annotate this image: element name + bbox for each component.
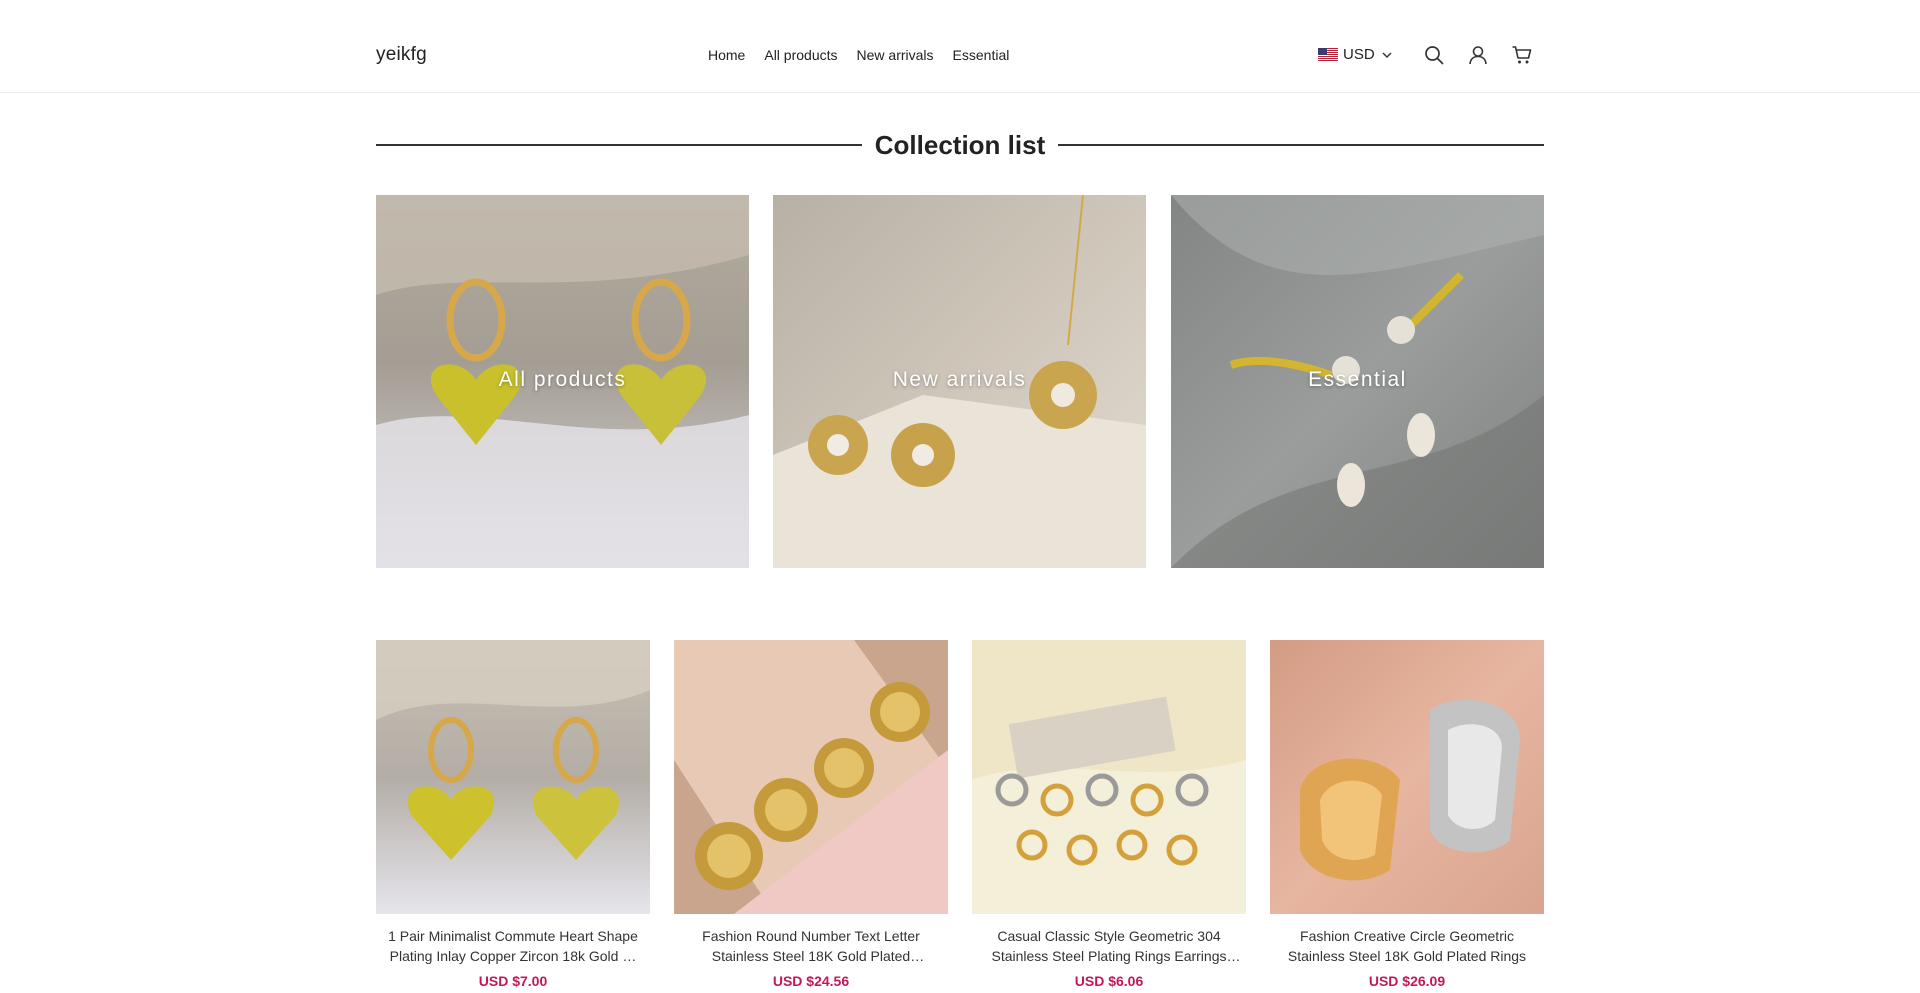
product-image[interactable] — [674, 640, 948, 914]
product-photo-circle-rings — [1270, 640, 1544, 914]
product-price: USD $6.06 — [1074, 973, 1144, 989]
collection-card-essential[interactable]: Essential — [1171, 195, 1544, 568]
product-image[interactable] — [972, 640, 1246, 914]
collection-label: All products — [498, 368, 627, 391]
nav-essential[interactable]: Essential — [953, 47, 1010, 63]
divider — [1058, 144, 1544, 146]
site-logo[interactable]: yeikfg — [376, 44, 427, 66]
product-card[interactable]: 1 Pair Minimalist Commute Heart Shape Pl… — [376, 640, 650, 989]
cart-icon[interactable] — [1511, 44, 1533, 66]
product-title[interactable]: 1 Pair Minimalist Commute Heart Shape Pl… — [376, 926, 650, 966]
account-icon[interactable] — [1467, 44, 1489, 66]
product-title[interactable]: Fashion Round Number Text Letter Stainle… — [674, 926, 948, 966]
product-price: USD $24.56 — [772, 973, 850, 989]
product-card[interactable]: Casual Classic Style Geometric 304 Stain… — [972, 640, 1246, 989]
product-image[interactable] — [1270, 640, 1544, 914]
product-photo-letter-necklaces — [674, 640, 948, 914]
product-card[interactable]: Fashion Round Number Text Letter Stainle… — [674, 640, 948, 989]
collection-card-all-products[interactable]: All products — [376, 195, 749, 568]
product-photo-heart-earrings — [376, 640, 650, 914]
product-title[interactable]: Fashion Creative Circle Geometric Stainl… — [1270, 926, 1544, 966]
search-icon[interactable] — [1423, 44, 1445, 66]
nav-new-arrivals[interactable]: New arrivals — [857, 47, 934, 63]
collection-label: Essential — [1308, 368, 1407, 391]
product-price: USD $26.09 — [1368, 973, 1446, 989]
product-price: USD $7.00 — [478, 973, 548, 989]
collection-label: New arrivals — [892, 368, 1027, 391]
site-header: yeikfg Home All products New arrivals Es… — [0, 0, 1920, 93]
currency-selector[interactable]: USD — [1318, 46, 1393, 63]
product-title[interactable]: Casual Classic Style Geometric 304 Stain… — [972, 926, 1246, 966]
product-image[interactable] — [376, 640, 650, 914]
us-flag-icon — [1318, 48, 1338, 61]
collection-card-new-arrivals[interactable]: New arrivals — [773, 195, 1146, 568]
product-card[interactable]: Fashion Creative Circle Geometric Stainl… — [1270, 640, 1544, 989]
nav-home[interactable]: Home — [708, 47, 745, 63]
currency-label: USD — [1343, 46, 1375, 63]
collection-list-heading: Collection list — [376, 124, 1544, 164]
product-photo-rings-set — [972, 640, 1246, 914]
nav-all-products[interactable]: All products — [764, 47, 837, 63]
main-nav: Home All products New arrivals Essential — [708, 47, 1009, 63]
chevron-down-icon — [1382, 51, 1392, 58]
